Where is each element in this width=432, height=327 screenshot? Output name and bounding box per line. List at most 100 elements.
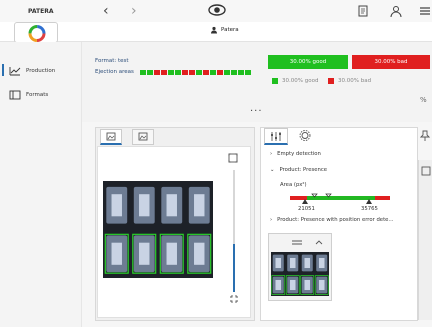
ejection-area-segment bbox=[175, 70, 181, 75]
user-name: Patera bbox=[221, 27, 239, 33]
vial-highlight bbox=[275, 279, 282, 291]
user-icon[interactable] bbox=[389, 4, 403, 18]
row-label: Product: Presence with position error de… bbox=[277, 217, 394, 223]
gear-icon bbox=[299, 130, 311, 141]
vial-highlight bbox=[139, 242, 150, 265]
handle-max-icon bbox=[366, 199, 372, 204]
legend-bad-label: 30.00% bad bbox=[338, 78, 372, 84]
account-icon bbox=[211, 26, 217, 34]
row-empty-detection[interactable]: › Empty detection bbox=[270, 151, 321, 157]
right-edge-panel bbox=[418, 160, 432, 320]
ejection-area-segment bbox=[245, 70, 251, 75]
tab-tools[interactable] bbox=[264, 128, 288, 145]
row-label: Empty detection bbox=[277, 151, 321, 157]
sidebar-item-label: Formats bbox=[26, 92, 49, 98]
vial-highlight bbox=[166, 194, 177, 217]
panel-icon[interactable] bbox=[421, 166, 431, 176]
forward-button[interactable]: › bbox=[131, 3, 137, 19]
ejection-area-segment bbox=[217, 70, 223, 75]
sliders-icon bbox=[271, 132, 281, 141]
ejection-area-segment bbox=[154, 70, 160, 75]
percent-icon[interactable]: % bbox=[420, 94, 430, 104]
sidebar-item-label: Production bbox=[26, 68, 56, 74]
range-markers bbox=[302, 193, 372, 204]
handle-min-icon bbox=[302, 199, 308, 204]
status-ring[interactable] bbox=[14, 22, 58, 43]
ejection-area-segment bbox=[210, 70, 216, 75]
row-label: Product: Presence bbox=[279, 167, 328, 173]
zoom-slider-fill[interactable] bbox=[233, 244, 235, 292]
shrink-icon[interactable] bbox=[229, 294, 239, 304]
more-options-button[interactable]: ··· bbox=[250, 106, 263, 117]
marker-mid-icon bbox=[325, 193, 332, 198]
tab-live-image[interactable] bbox=[100, 129, 122, 145]
image-icon bbox=[106, 132, 116, 141]
ejection-area-segment bbox=[161, 70, 167, 75]
sidebar bbox=[0, 42, 82, 327]
chart-line-icon bbox=[9, 67, 21, 76]
svg-text:%: % bbox=[420, 96, 427, 104]
product-image bbox=[103, 181, 213, 278]
eye-icon[interactable] bbox=[208, 3, 226, 17]
brand-name: PATERA bbox=[28, 8, 54, 15]
legend-bad: 30.00% bad bbox=[328, 78, 371, 84]
good-button[interactable]: 30.00% good bbox=[268, 55, 348, 69]
bad-swatch bbox=[328, 78, 334, 84]
area-label: Area (px²) bbox=[280, 182, 307, 188]
row-product-presence[interactable]: ⌄ Product: Presence bbox=[270, 167, 327, 173]
vial-highlight bbox=[111, 242, 122, 265]
active-indicator bbox=[2, 64, 4, 76]
vial-highlight bbox=[318, 279, 325, 291]
ejection-area-segment bbox=[147, 70, 153, 75]
image-icon bbox=[138, 132, 148, 141]
ejection-area-segment bbox=[189, 70, 195, 75]
back-button[interactable]: ‹ bbox=[103, 3, 109, 19]
pin-icon[interactable] bbox=[420, 130, 430, 142]
ejection-area-segment bbox=[203, 70, 209, 75]
document-icon[interactable] bbox=[356, 4, 370, 18]
formats-icon bbox=[9, 90, 21, 100]
ejection-area-segment bbox=[140, 70, 146, 75]
max-value: 35765 bbox=[361, 206, 378, 212]
bad-button[interactable]: 30.00% bad bbox=[352, 55, 430, 69]
fullscreen-icon[interactable] bbox=[228, 153, 238, 163]
vial-highlight bbox=[194, 194, 205, 217]
color-ring-icon bbox=[28, 25, 46, 42]
user-badge[interactable]: Patera bbox=[210, 26, 239, 34]
chevron-right-icon: › bbox=[270, 151, 273, 157]
vial-highlight bbox=[318, 257, 325, 269]
row-product-position[interactable]: › Product: Presence with position error … bbox=[270, 217, 393, 223]
vial-highlight bbox=[166, 242, 177, 265]
ejection-area-segment bbox=[238, 70, 244, 75]
ejection-area-segment bbox=[182, 70, 188, 75]
vial-highlight bbox=[289, 257, 296, 269]
ejection-area-segment bbox=[168, 70, 174, 75]
format-label: Format: test bbox=[95, 58, 129, 64]
good-swatch bbox=[272, 78, 278, 84]
menu-icon[interactable] bbox=[418, 4, 432, 18]
tab-reference-image[interactable] bbox=[132, 129, 154, 145]
tab-settings[interactable] bbox=[294, 128, 318, 145]
legend-good-label: 30.00% good bbox=[282, 78, 319, 84]
vial-highlight bbox=[289, 279, 296, 291]
vial-highlight bbox=[275, 257, 282, 269]
ejection-area-segment bbox=[224, 70, 230, 75]
chevron-right-icon: › bbox=[270, 217, 273, 223]
min-value: 21051 bbox=[298, 206, 315, 212]
legend-good: 30.00% good bbox=[272, 78, 318, 84]
ejection-area-segment bbox=[196, 70, 202, 75]
vial-highlight bbox=[304, 257, 311, 269]
ejection-area-segment bbox=[231, 70, 237, 75]
ejection-areas-label: Ejection areas bbox=[95, 69, 134, 75]
drag-handle-icon bbox=[292, 240, 302, 245]
sidebar-item-formats[interactable]: Formats bbox=[9, 90, 48, 100]
thumbnail-image bbox=[271, 252, 329, 296]
brand-logo: PATERA bbox=[16, 4, 62, 20]
vial-highlight bbox=[194, 242, 205, 265]
marker-low-icon bbox=[311, 193, 318, 198]
chevron-down-icon: ⌄ bbox=[270, 167, 275, 173]
vial-highlight bbox=[304, 279, 311, 291]
vial-highlight bbox=[111, 194, 122, 217]
vial-highlight bbox=[139, 194, 150, 217]
sidebar-item-production[interactable]: Production bbox=[2, 64, 56, 76]
